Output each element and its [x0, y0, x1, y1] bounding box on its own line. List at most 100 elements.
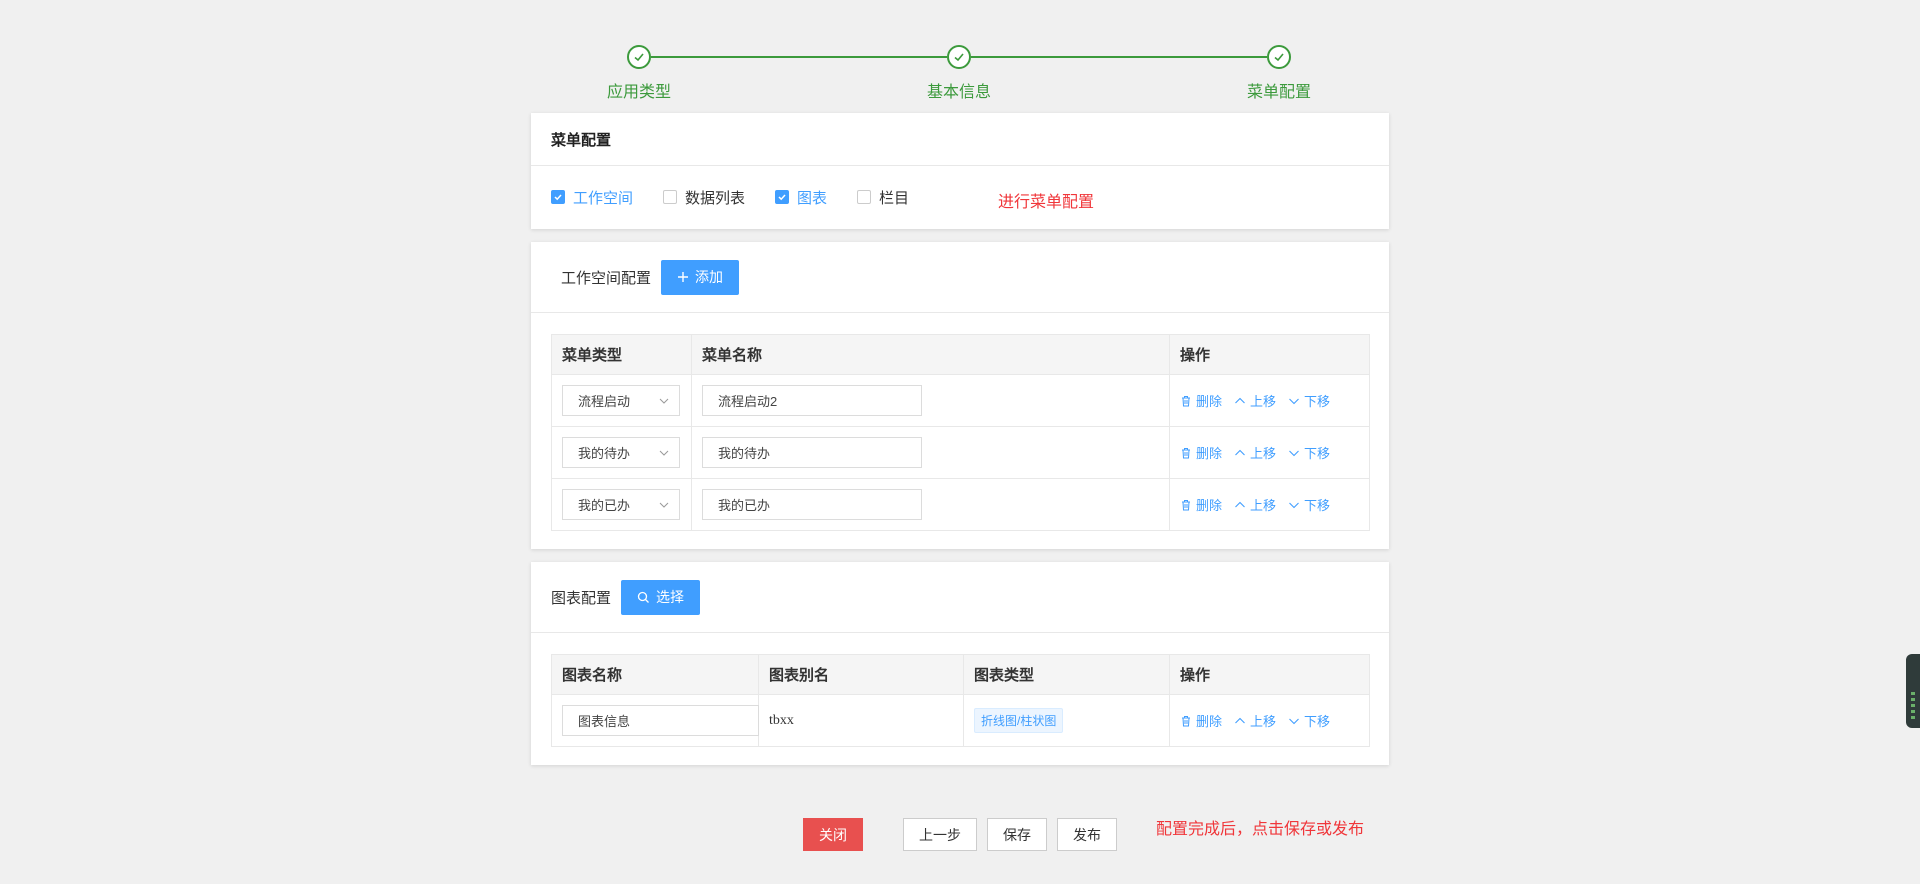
- select-button-label: 选择: [656, 589, 685, 605]
- add-button[interactable]: 添加: [661, 259, 740, 295]
- chevron-up-icon: [1235, 501, 1245, 507]
- column-header: 图表名称: [551, 654, 759, 695]
- plus-icon: [677, 271, 689, 283]
- step-check-icon: [1267, 45, 1291, 69]
- checkbox-column[interactable]: 栏目: [857, 187, 909, 208]
- trash-icon: [1182, 499, 1190, 510]
- column-header: 菜单类型: [551, 334, 692, 375]
- move-down-button[interactable]: 下移: [1288, 391, 1330, 410]
- checkbox-chart[interactable]: 图表: [775, 187, 827, 208]
- checkbox-label: 图表: [797, 189, 828, 207]
- checkbox-label: 工作空间: [573, 189, 634, 207]
- chevron-down-icon: [659, 502, 669, 508]
- close-button[interactable]: 关闭: [803, 818, 863, 851]
- column-header: 图表类型: [963, 654, 1170, 695]
- column-header: 菜单名称: [691, 334, 1170, 375]
- menu-type-select[interactable]: 我的已办: [562, 489, 680, 520]
- workspace-config-header: 工作空间配置 添加: [531, 242, 1389, 313]
- step-label: 菜单配置: [1246, 84, 1311, 101]
- move-up-button[interactable]: 上移: [1234, 711, 1276, 730]
- search-icon: [637, 591, 650, 604]
- up-label: 上移: [1250, 498, 1277, 513]
- select-value: 我的已办: [578, 498, 631, 513]
- menu-name-input[interactable]: [702, 385, 922, 416]
- select-button[interactable]: 选择: [621, 579, 701, 615]
- up-label: 上移: [1250, 446, 1277, 461]
- column-header: 图表别名: [758, 654, 964, 695]
- column-header: 操作: [1169, 654, 1370, 695]
- move-up-button[interactable]: 上移: [1234, 391, 1276, 410]
- chevron-up-icon: [1235, 397, 1245, 403]
- move-up-button[interactable]: 上移: [1234, 443, 1276, 462]
- delete-label: 删除: [1196, 498, 1223, 513]
- chart-config-title: 图表配置: [551, 589, 612, 607]
- checkbox-workspace[interactable]: 工作空间: [551, 187, 633, 208]
- checkbox-checked-icon: [775, 190, 790, 204]
- select-value: 流程启动: [578, 394, 631, 409]
- menu-config-title: 菜单配置: [551, 131, 612, 149]
- delete-button[interactable]: 删除: [1180, 443, 1222, 462]
- menu-name-input[interactable]: [702, 489, 922, 520]
- delete-button[interactable]: 删除: [1180, 495, 1222, 514]
- step-label: 应用类型: [606, 84, 671, 101]
- checkbox-checked-icon: [551, 190, 565, 204]
- select-value: 我的待办: [578, 446, 631, 461]
- up-label: 上移: [1250, 714, 1277, 729]
- checkbox-data-list[interactable]: 数据列表: [663, 187, 745, 208]
- table-row: tbxx 折线图/柱状图 删除 上移 下移: [551, 694, 1370, 747]
- chevron-down-icon: [659, 398, 669, 404]
- chevron-down-icon: [1289, 502, 1299, 508]
- move-down-button[interactable]: 下移: [1288, 495, 1330, 514]
- chart-config-card: 图表配置 选择 图表名称 图表别名 图表类型 操作 tbxx 折线图/柱状图 删…: [531, 562, 1389, 765]
- down-label: 下移: [1304, 714, 1331, 729]
- down-label: 下移: [1304, 394, 1331, 409]
- down-label: 下移: [1304, 446, 1331, 461]
- workspace-table: 菜单类型 菜单名称 操作 流程启动 删除 上移 下移 我的待办 删除: [551, 334, 1370, 531]
- chart-type-tag: 折线图/柱状图: [974, 708, 1064, 733]
- checkbox-label: 数据列表: [685, 189, 746, 207]
- step-check-icon: [627, 45, 651, 69]
- workspace-config-title: 工作空间配置: [561, 269, 652, 287]
- chart-name-input[interactable]: [562, 705, 759, 736]
- prev-step-button[interactable]: 上一步: [903, 818, 977, 851]
- checkbox-empty-icon: [663, 190, 678, 204]
- publish-button[interactable]: 发布: [1057, 818, 1117, 851]
- trash-icon: [1182, 447, 1190, 458]
- floating-side-widget[interactable]: [1906, 654, 1920, 728]
- table-row: 我的待办 删除 上移 下移: [551, 426, 1370, 479]
- chevron-down-icon: [1289, 398, 1299, 404]
- table-header-row: 图表名称 图表别名 图表类型 操作: [551, 654, 1370, 695]
- chart-alias: tbxx: [758, 694, 964, 747]
- workspace-config-card: 工作空间配置 添加 菜单类型 菜单名称 操作 流程启动 删除 上移 下移: [531, 242, 1389, 549]
- checkbox-label: 栏目: [879, 189, 910, 207]
- chevron-up-icon: [1235, 717, 1245, 723]
- delete-label: 删除: [1196, 394, 1223, 409]
- delete-button[interactable]: 删除: [1180, 391, 1222, 410]
- move-down-button[interactable]: 下移: [1288, 711, 1330, 730]
- move-down-button[interactable]: 下移: [1288, 443, 1330, 462]
- save-button[interactable]: 保存: [987, 818, 1047, 851]
- delete-label: 删除: [1196, 714, 1223, 729]
- checkbox-empty-icon: [857, 190, 872, 204]
- menu-type-select[interactable]: 流程启动: [562, 385, 680, 416]
- table-header-row: 菜单类型 菜单名称 操作: [551, 334, 1370, 375]
- step-connector: [651, 56, 947, 58]
- menu-options: 工作空间 数据列表 图表 栏目 进行菜单配置: [531, 166, 1389, 228]
- down-label: 下移: [1304, 498, 1331, 513]
- menu-name-input[interactable]: [702, 437, 922, 468]
- step-connector: [971, 56, 1267, 58]
- menu-type-select[interactable]: 我的待办: [562, 437, 680, 468]
- steps-bar: 应用类型 基本信息 菜单配置: [0, 0, 1920, 110]
- delete-button[interactable]: 删除: [1180, 711, 1222, 730]
- table-row: 流程启动 删除 上移 下移: [551, 374, 1370, 427]
- trash-icon: [1182, 395, 1190, 406]
- add-button-label: 添加: [695, 269, 724, 285]
- chart-config-header: 图表配置 选择: [531, 562, 1389, 633]
- table-row: 我的已办 删除 上移 下移: [551, 478, 1370, 531]
- chevron-up-icon: [1235, 449, 1245, 455]
- menu-config-card: 菜单配置 工作空间 数据列表 图表 栏目 进行菜单配置: [531, 113, 1389, 229]
- chevron-down-icon: [659, 450, 669, 456]
- move-up-button[interactable]: 上移: [1234, 495, 1276, 514]
- step-check-icon: [947, 45, 971, 69]
- chevron-down-icon: [1289, 450, 1299, 456]
